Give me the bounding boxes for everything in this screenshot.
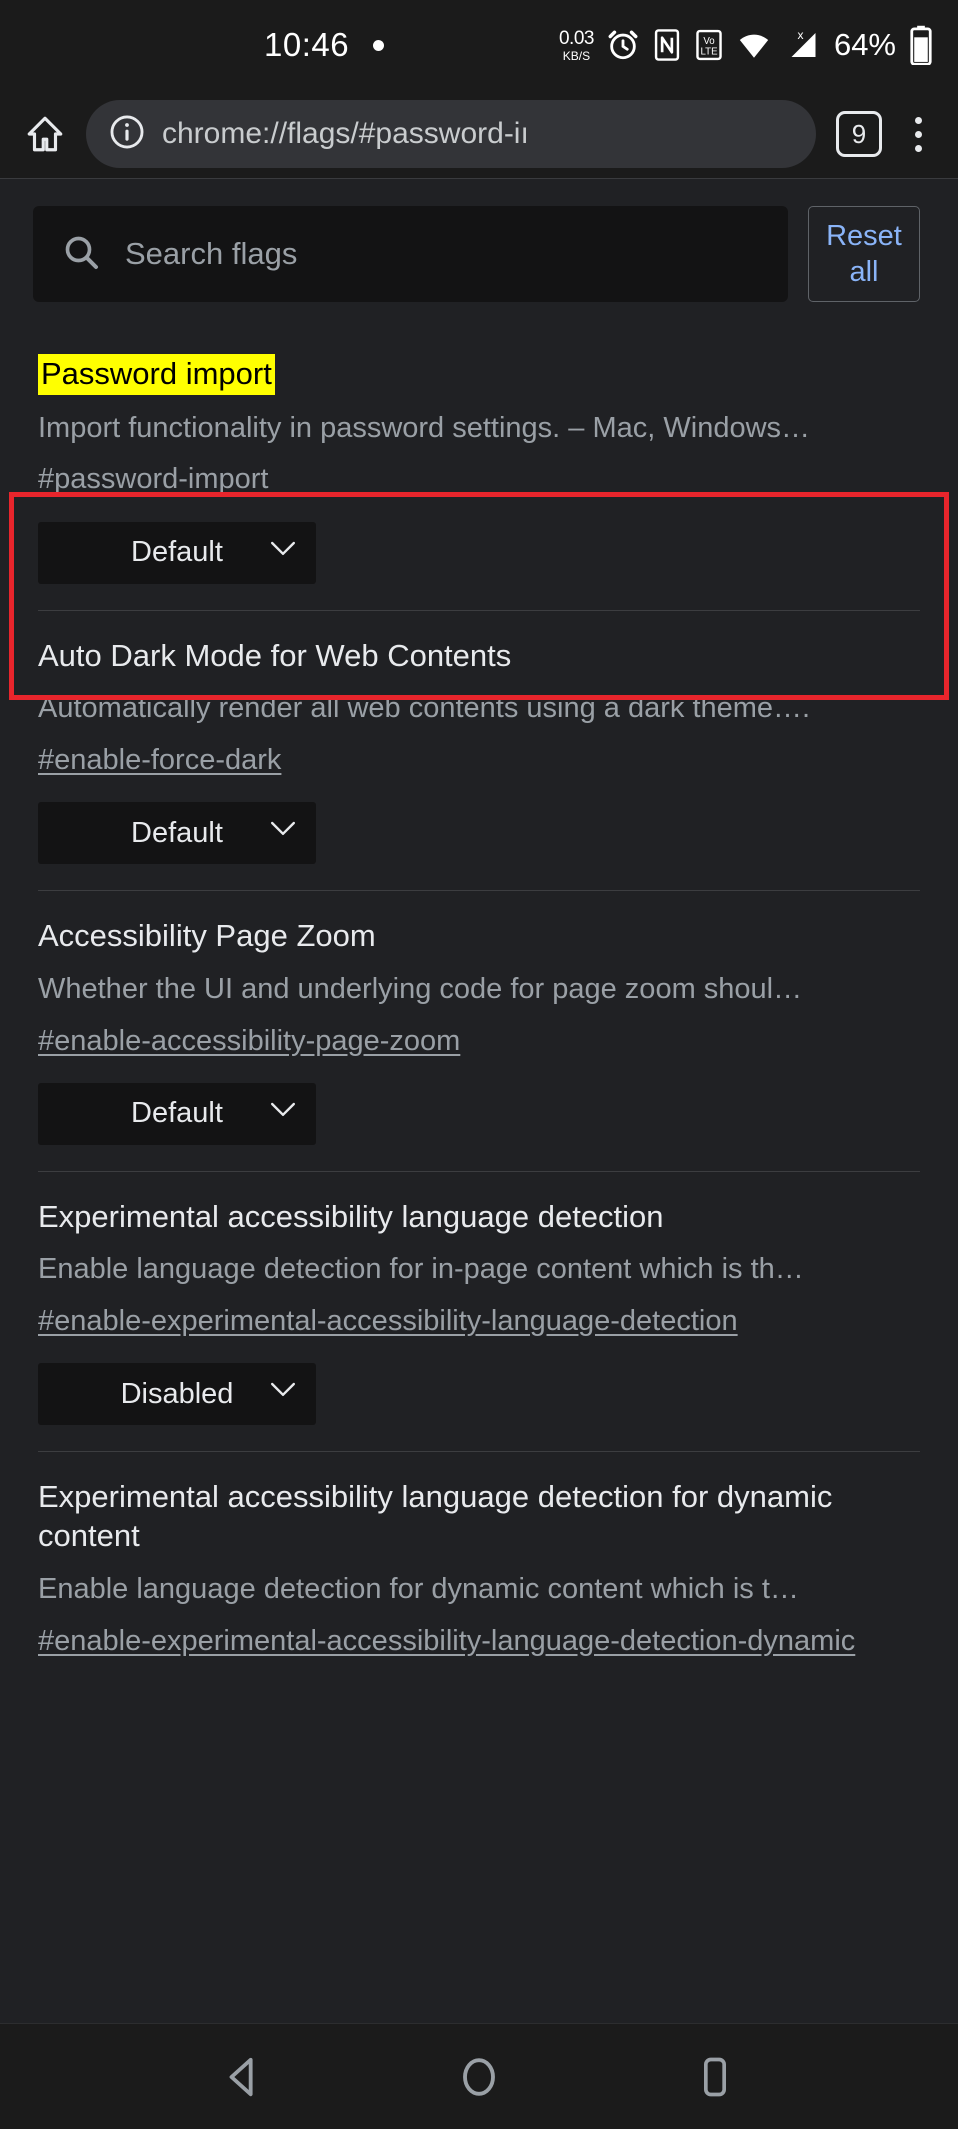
flag-card: Experimental accessibility language dete…	[0, 1451, 958, 1708]
flag-title: Accessibility Page Zoom	[38, 918, 376, 954]
android-navigation-bar	[0, 2023, 958, 2129]
flag-anchor-link[interactable]: #enable-accessibility-page-zoom	[38, 1022, 920, 1061]
network-speed-indicator: 0.03 KB/S	[559, 29, 594, 62]
flag-description: Whether the UI and underlying code for p…	[38, 972, 803, 1005]
home-icon[interactable]	[18, 107, 72, 161]
overflow-menu-icon[interactable]	[896, 107, 940, 161]
info-circle-icon[interactable]	[108, 113, 146, 156]
flag-anchor-link[interactable]: #enable-experimental-accessibility-langu…	[38, 1622, 920, 1661]
flag-select[interactable]: Default	[38, 521, 316, 584]
phone-screen: 10:46 0.03 KB/S Vo LTE x 64% chrome://fl…	[0, 0, 958, 2129]
search-row: Search flags Reset all	[0, 179, 958, 302]
flag-card: Experimental accessibility language dete…	[0, 1170, 958, 1452]
svg-text:x: x	[797, 28, 803, 42]
flag-select[interactable]: Disabled	[38, 1363, 316, 1426]
battery-icon	[908, 25, 934, 65]
chevron-down-icon	[270, 1101, 296, 1122]
flag-select[interactable]: Default	[38, 802, 316, 865]
flag-anchor-link[interactable]: #enable-experimental-accessibility-langu…	[38, 1302, 920, 1341]
flag-card: Accessibility Page Zoom Whether the UI a…	[0, 890, 958, 1171]
flag-select-value: Default	[131, 536, 223, 569]
tab-switcher-button[interactable]: 9	[836, 111, 882, 157]
alarm-icon	[606, 28, 640, 62]
cellular-signal-icon: x	[784, 27, 820, 63]
notification-dot-icon	[373, 39, 385, 51]
flag-title: Auto Dark Mode for Web Contents	[38, 637, 512, 673]
status-bar-right: 0.03 KB/S Vo LTE x 64%	[559, 25, 934, 65]
svg-text:Vo: Vo	[703, 36, 714, 47]
back-triangle-icon[interactable]	[203, 2037, 283, 2117]
flag-card: Password import Import functionality in …	[0, 328, 958, 610]
browser-toolbar: chrome://flags/#password-iı 9	[0, 90, 958, 178]
flags-list: Password import Import functionality in …	[0, 328, 958, 1709]
search-placeholder: Search flags	[125, 236, 298, 271]
search-icon	[61, 232, 101, 277]
chevron-down-icon	[270, 540, 296, 561]
url-text[interactable]: chrome://flags/#password-iı	[162, 117, 529, 151]
flag-anchor-link[interactable]: #enable-force-dark	[38, 741, 920, 780]
status-clock: 10:46	[264, 26, 350, 63]
flag-title: Experimental accessibility language dete…	[38, 1479, 833, 1554]
search-input[interactable]: Search flags	[33, 206, 788, 302]
recents-square-icon[interactable]	[675, 2037, 755, 2117]
home-circle-icon[interactable]	[439, 2037, 519, 2117]
svg-text:LTE: LTE	[700, 47, 718, 58]
nfc-icon	[652, 28, 682, 62]
flag-select-value: Disabled	[120, 1377, 234, 1410]
android-status-bar: 10:46 0.03 KB/S Vo LTE x 64%	[0, 0, 958, 90]
tab-count-label: 9	[851, 118, 867, 149]
flag-title-wrap: Password import	[38, 354, 920, 410]
flag-title: Experimental accessibility language dete…	[38, 1198, 664, 1234]
battery-percent-label: 64%	[833, 27, 896, 62]
wifi-icon	[736, 28, 772, 62]
flag-description: Automatically render all web contents us…	[38, 692, 811, 725]
flag-select-value: Default	[131, 1097, 223, 1130]
reset-all-button[interactable]: Reset all	[808, 206, 920, 302]
flag-card: Auto Dark Mode for Web Contents Automati…	[0, 609, 958, 891]
network-speed-value: 0.03	[558, 27, 594, 49]
network-speed-unit: KB/S	[562, 48, 591, 63]
flags-page: Search flags Reset all Password import I…	[0, 178, 958, 2023]
omnibox[interactable]: chrome://flags/#password-iı	[86, 100, 816, 168]
flag-select[interactable]: Default	[38, 1082, 316, 1145]
flag-select-value: Default	[131, 816, 223, 849]
flag-anchor-link[interactable]: #password-import	[38, 460, 920, 499]
status-bar-left: 10:46	[264, 26, 385, 64]
flag-title: Password import	[38, 354, 275, 395]
flag-description: Enable language detection for in-page co…	[38, 1253, 804, 1286]
flag-description: Enable language detection for dynamic co…	[38, 1572, 799, 1605]
volte-icon: Vo LTE	[694, 28, 724, 62]
chevron-down-icon	[270, 1382, 296, 1403]
chevron-down-icon	[270, 821, 296, 842]
flag-description: Import functionality in password setting…	[38, 411, 811, 444]
